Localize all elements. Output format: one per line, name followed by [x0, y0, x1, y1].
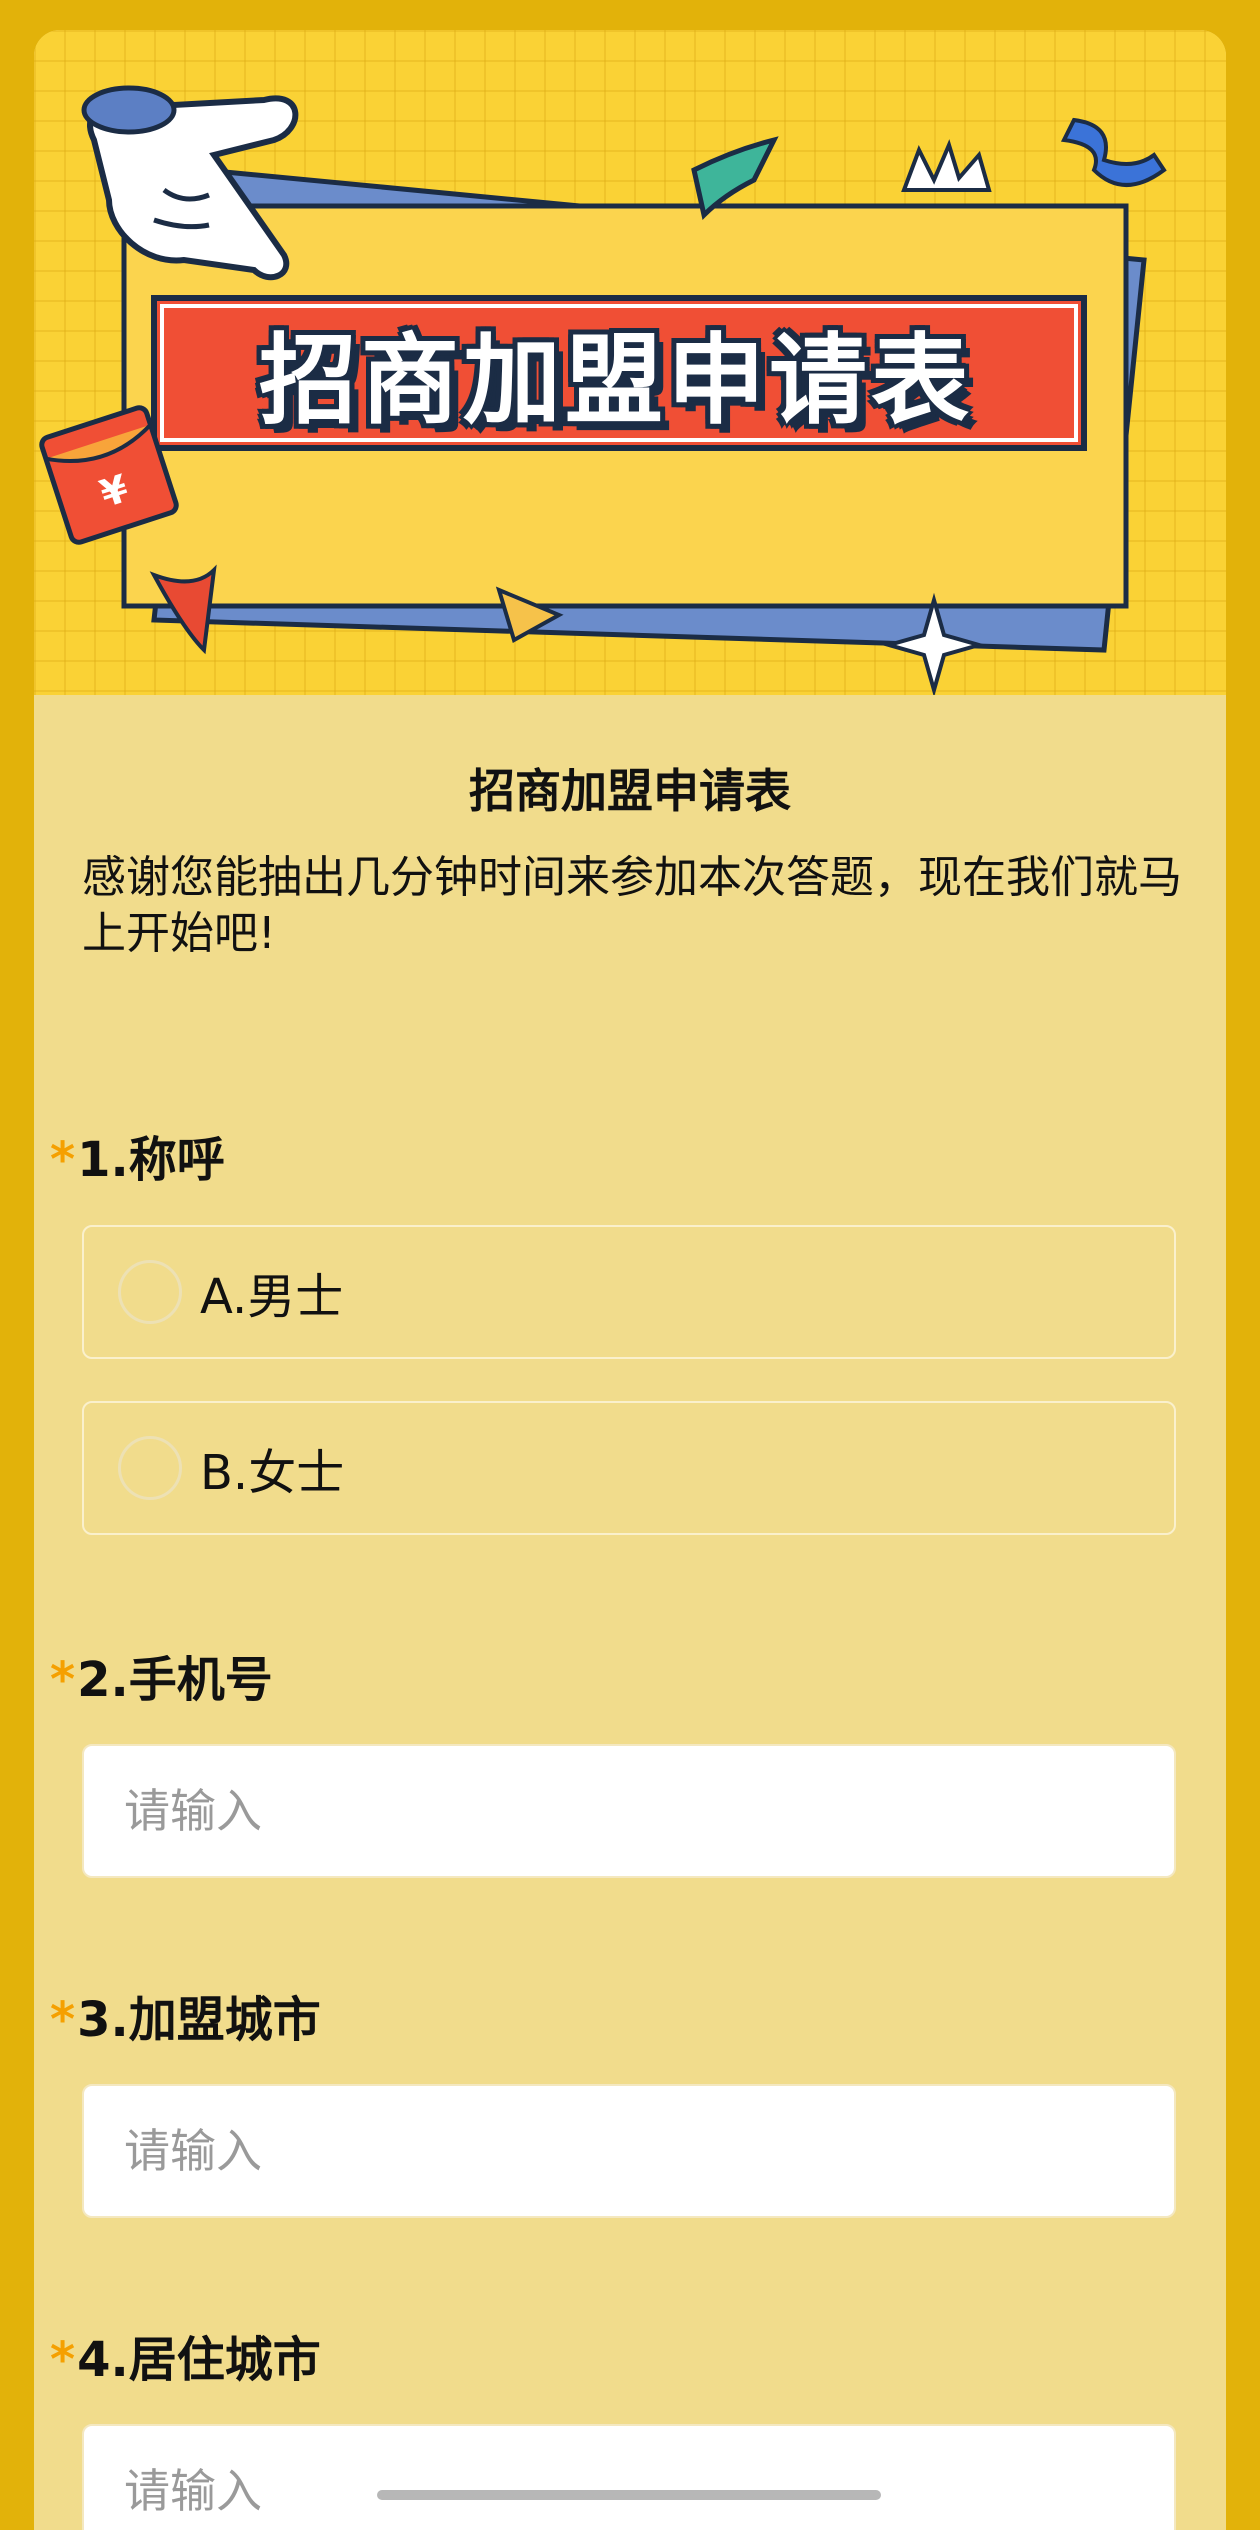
question-text: 1.称呼 — [77, 1132, 225, 1188]
home-indicator[interactable] — [377, 2490, 881, 2500]
question-text: 3.加盟城市 — [77, 1992, 321, 2048]
required-mark: * — [50, 2332, 76, 2388]
option-label: A.男士 — [200, 1269, 344, 1325]
banner-title: 招商加盟申请表 — [258, 324, 973, 438]
question-label-phone: *2.手机号 — [50, 1640, 273, 1710]
radio-button[interactable] — [118, 1260, 182, 1324]
question-text: 4.居住城市 — [77, 2332, 321, 2388]
required-mark: * — [50, 1132, 76, 1188]
form-title: 招商加盟申请表 — [469, 764, 791, 818]
question-label-salutation: *1.称呼 — [50, 1120, 225, 1190]
required-mark: * — [50, 1652, 76, 1708]
radio-button[interactable] — [118, 1436, 182, 1500]
option-label: B.女士 — [200, 1445, 345, 1501]
residence-city-input[interactable] — [82, 2424, 1176, 2530]
question-text: 2.手机号 — [77, 1652, 273, 1708]
option-female[interactable]: B.女士 — [82, 1401, 1176, 1535]
franchise-city-input[interactable] — [82, 2084, 1176, 2218]
form-description: 感谢您能抽出几分钟时间来参加本次答题，现在我们就马上开始吧! — [82, 852, 1182, 959]
option-male[interactable]: A.男士 — [82, 1225, 1176, 1359]
question-label-franchise-city: *3.加盟城市 — [50, 1980, 321, 2050]
sparkle-icon — [901, 139, 992, 192]
question-label-residence-city: *4.居住城市 — [50, 2320, 321, 2390]
header-banner: ¥ 招商加盟申请表 — [34, 30, 1226, 695]
confetti-icon — [1060, 117, 1167, 187]
phone-input[interactable] — [82, 1744, 1176, 1878]
required-mark: * — [50, 1992, 76, 2048]
form-card: ¥ 招商加盟申请表 招商加盟申请表 感谢您能抽出几分钟时间来参加本次答题，现在我… — [34, 30, 1226, 2530]
